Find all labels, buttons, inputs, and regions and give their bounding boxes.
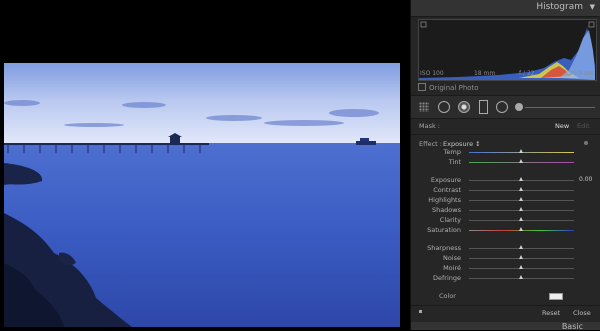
graduated-filter-icon[interactable]	[479, 100, 488, 114]
slider-value[interactable]: 0.00	[579, 176, 592, 183]
slider-label: Moiré	[443, 264, 461, 272]
shutter-readout: 20.0 sec	[569, 70, 595, 77]
highlight-clipping-icon	[588, 21, 595, 28]
mask-edit-button[interactable]: Edit	[577, 122, 590, 130]
brush-size-slider[interactable]	[515, 103, 523, 111]
slider-label: Highlights	[428, 196, 461, 204]
original-photo-toggle[interactable]: Original Photo	[418, 83, 479, 92]
slider-label: Clarity	[439, 216, 461, 224]
reset-button[interactable]: Reset	[542, 309, 560, 317]
effect-toggle-icon[interactable]	[584, 141, 588, 145]
mask-label: Mask :	[419, 122, 440, 130]
color-label: Color	[439, 292, 456, 300]
slider-label: Temp	[443, 148, 461, 156]
effect-preset-select[interactable]: Exposure ↕	[443, 140, 481, 148]
slider-label: Tint	[448, 158, 461, 166]
red-eye-icon[interactable]	[458, 101, 470, 113]
slider-thumb[interactable]	[519, 255, 523, 259]
histogram-title: Histogram	[536, 2, 583, 12]
focal-readout: 18 mm	[474, 70, 496, 77]
tool-strip	[411, 95, 600, 119]
iso-readout: ISO 100	[420, 70, 444, 77]
seascape-photo	[4, 63, 400, 327]
footer-bar: Reset Close	[411, 305, 600, 321]
original-photo-label: Original Photo	[429, 84, 479, 92]
shadow-clipping-icon	[420, 21, 427, 28]
slider-thumb[interactable]	[519, 159, 523, 163]
spot-removal-icon[interactable]	[438, 101, 450, 113]
photo-preview[interactable]	[4, 63, 400, 327]
grid-overlay-icon[interactable]	[419, 102, 429, 112]
develop-panel: Histogram ▼ ISO 100 18 mm f / 22 20.0 se…	[410, 0, 600, 331]
mask-new-button[interactable]: New	[555, 122, 569, 130]
photo-stage	[0, 0, 410, 330]
slider-label: Defringe	[432, 274, 461, 282]
close-button[interactable]: Close	[573, 309, 591, 317]
slider-thumb[interactable]	[519, 265, 523, 269]
slider-label: Sharpness	[427, 244, 461, 252]
mask-row: Mask : New Edit	[411, 118, 600, 135]
slider-label: Noise	[442, 254, 461, 262]
color-swatch[interactable]	[549, 293, 563, 300]
histogram-header[interactable]: Histogram ▼	[411, 0, 600, 17]
slider-thumb[interactable]	[519, 275, 523, 279]
brush-slider-track[interactable]	[525, 107, 595, 108]
slider-thumb[interactable]	[519, 187, 523, 191]
slider-thumb[interactable]	[519, 227, 523, 231]
brush-options-icon[interactable]	[419, 310, 422, 313]
slider-label: Shadows	[431, 206, 461, 214]
slider-label: Saturation	[427, 226, 461, 234]
slider-thumb[interactable]	[519, 149, 523, 153]
collapse-icon[interactable]: ▼	[590, 3, 595, 11]
slider-thumb[interactable]	[519, 207, 523, 211]
slider-label: Contrast	[433, 186, 461, 194]
basic-header[interactable]: Basic	[411, 322, 600, 331]
slider-thumb[interactable]	[519, 197, 523, 201]
effect-label: Effect :	[419, 140, 442, 148]
slider-thumb[interactable]	[519, 217, 523, 221]
aperture-readout: f / 22	[519, 70, 535, 77]
slider-thumb[interactable]	[519, 245, 523, 249]
original-photo-checkbox[interactable]	[418, 83, 426, 91]
slider-label: Exposure	[430, 176, 461, 184]
slider-thumb[interactable]	[519, 177, 523, 181]
radial-filter-icon[interactable]	[496, 101, 508, 113]
